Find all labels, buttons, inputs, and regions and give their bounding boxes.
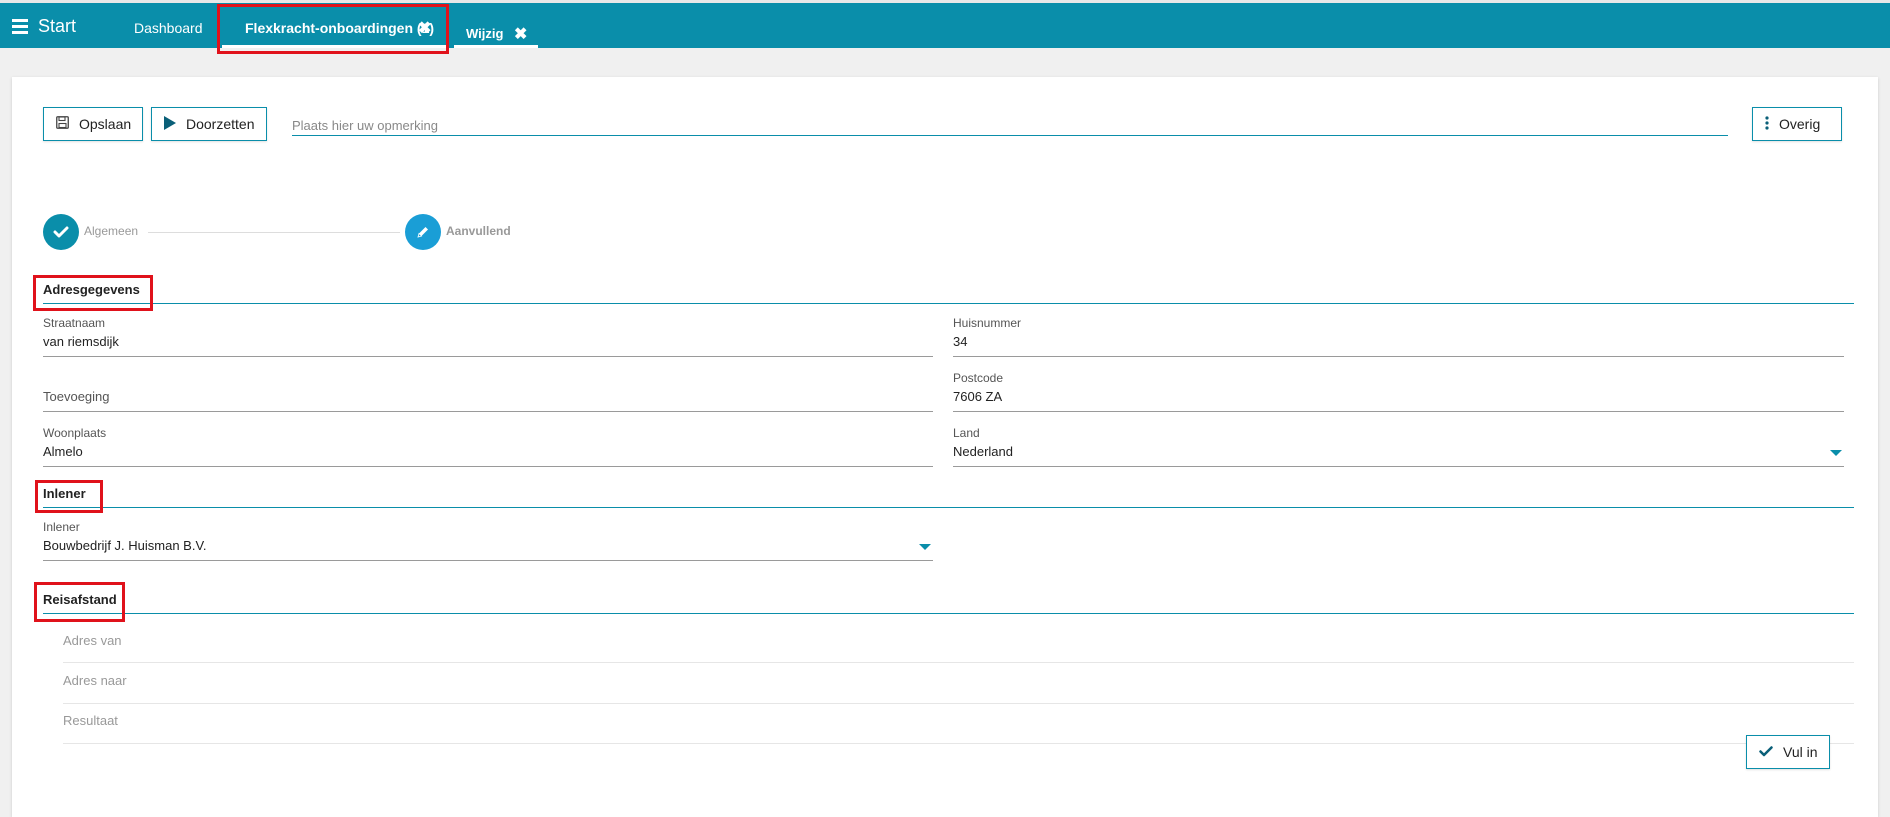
inlener-label: Inlener	[43, 520, 80, 534]
step-connector	[148, 232, 400, 233]
address-from-field: Adres van	[63, 633, 1854, 663]
more-button[interactable]: Overig	[1752, 107, 1842, 141]
address-to-field: Adres naar	[63, 673, 1854, 704]
remark-input[interactable]: Plaats hier uw opmerking	[292, 110, 1728, 136]
play-icon	[164, 115, 176, 133]
street-field[interactable]: Straatnaam van riemsdijk	[43, 316, 933, 357]
inlener-select[interactable]: Inlener Bouwbedrijf J. Huisman B.V.	[43, 520, 933, 561]
step-algemeen-check-icon[interactable]	[43, 214, 79, 250]
step-aanvullend-pencil-icon[interactable]	[405, 214, 441, 250]
postcode-value: 7606 ZA	[953, 389, 1003, 404]
tab-flexkracht-label: Flexkracht-onboardingen (1)	[245, 20, 435, 36]
tab-dashboard[interactable]: Dashboard	[120, 3, 220, 48]
addition-field[interactable]: Toevoeging	[43, 371, 933, 412]
step-aanvullend-label[interactable]: Aanvullend	[446, 224, 511, 238]
address-to-label: Adres naar	[63, 673, 127, 688]
check-icon	[1759, 744, 1773, 760]
close-tab-icon[interactable]: ✖	[514, 24, 527, 44]
address-from-label: Adres van	[63, 633, 122, 648]
city-field[interactable]: Woonplaats Almelo	[43, 426, 933, 467]
postcode-label: Postcode	[953, 371, 1004, 385]
tab-wijzig-label: Wijzig	[466, 26, 504, 41]
section-divider	[43, 613, 1854, 614]
save-button[interactable]: Opslaan	[43, 107, 143, 141]
result-label: Resultaat	[63, 713, 118, 728]
more-vertical-icon	[1765, 115, 1769, 133]
addition-label: Toevoeging	[43, 389, 110, 404]
section-title-inlener: Inlener	[43, 486, 86, 501]
step-algemeen-label[interactable]: Algemeen	[84, 224, 138, 238]
section-divider	[43, 303, 1854, 304]
fill-in-button[interactable]: Vul in	[1746, 735, 1830, 769]
chevron-down-icon[interactable]	[1830, 450, 1842, 456]
close-tab-icon[interactable]: ✖	[418, 18, 431, 38]
forward-button[interactable]: Doorzetten	[151, 107, 267, 141]
section-divider	[43, 507, 1854, 508]
form-card: Opslaan Doorzetten Plaats hier uw opmerk…	[12, 77, 1878, 817]
fill-in-button-label: Vul in	[1783, 744, 1818, 760]
floppy-disk-icon	[56, 116, 69, 132]
start-menu-label[interactable]: Start	[38, 16, 76, 37]
hamburger-menu-icon[interactable]	[12, 19, 28, 34]
postcode-field[interactable]: Postcode 7606 ZA	[953, 371, 1844, 412]
tab-wijzig[interactable]: Wijzig ✖	[454, 3, 538, 48]
chevron-down-icon[interactable]	[919, 544, 931, 550]
city-label: Woonplaats	[43, 426, 107, 440]
street-label: Straatnaam	[43, 316, 106, 330]
result-field: Resultaat	[63, 713, 1854, 744]
top-bar: Start Dashboard Flexkracht-onboardingen …	[0, 0, 1890, 48]
house-number-label: Huisnummer	[953, 316, 1022, 330]
country-select[interactable]: Land Nederland	[953, 426, 1844, 467]
section-title-reisafstand: Reisafstand	[43, 592, 117, 607]
more-button-label: Overig	[1779, 116, 1821, 132]
street-value: van riemsdijk	[43, 334, 119, 349]
tab-flexkracht-onboardingen[interactable]: Flexkracht-onboardingen (1) ✖	[222, 3, 446, 48]
house-number-field[interactable]: Huisnummer 34	[953, 316, 1844, 357]
house-number-value: 34	[953, 334, 968, 349]
forward-button-label: Doorzetten	[186, 116, 255, 132]
city-value: Almelo	[43, 444, 83, 459]
country-label: Land	[953, 426, 980, 440]
section-title-adresgegevens: Adresgegevens	[43, 282, 140, 297]
inlener-value: Bouwbedrijf J. Huisman B.V.	[43, 538, 207, 553]
save-button-label: Opslaan	[79, 116, 132, 132]
country-value: Nederland	[953, 444, 1013, 459]
tab-dashboard-label: Dashboard	[134, 20, 203, 36]
